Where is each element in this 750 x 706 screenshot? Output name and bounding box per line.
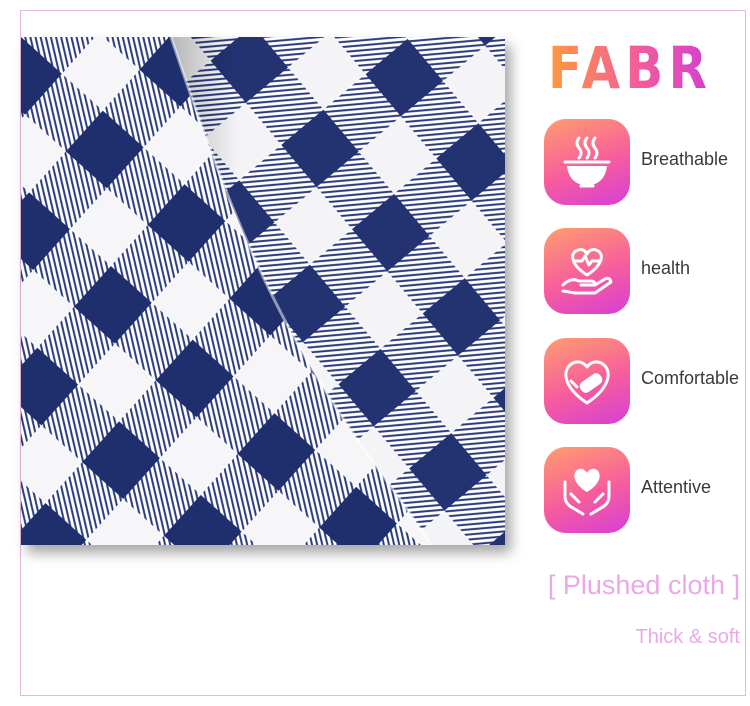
fabric-photo (21, 37, 505, 545)
feature-breathable: Breathable (544, 119, 744, 205)
heart-hands-icon (544, 447, 630, 533)
page-title: FABRIC (548, 28, 750, 108)
heart-hand-icon (544, 228, 630, 314)
feature-label: Breathable (641, 149, 729, 169)
feature-comfortable: Comfortable (544, 338, 744, 424)
feature-attentive: Attentive (544, 447, 744, 533)
feature-label: health (641, 258, 691, 278)
fabric-photo-frame (21, 37, 505, 545)
bowl-steam-icon (544, 119, 630, 205)
heart-plaster-icon (544, 338, 630, 424)
material-texture: Thick & soft (635, 626, 740, 648)
feature-label: Attentive (641, 477, 712, 497)
feature-label: Comfortable (641, 368, 740, 388)
material-name: [ Plushed cloth ] (547, 570, 740, 600)
feature-health: health (544, 228, 744, 314)
